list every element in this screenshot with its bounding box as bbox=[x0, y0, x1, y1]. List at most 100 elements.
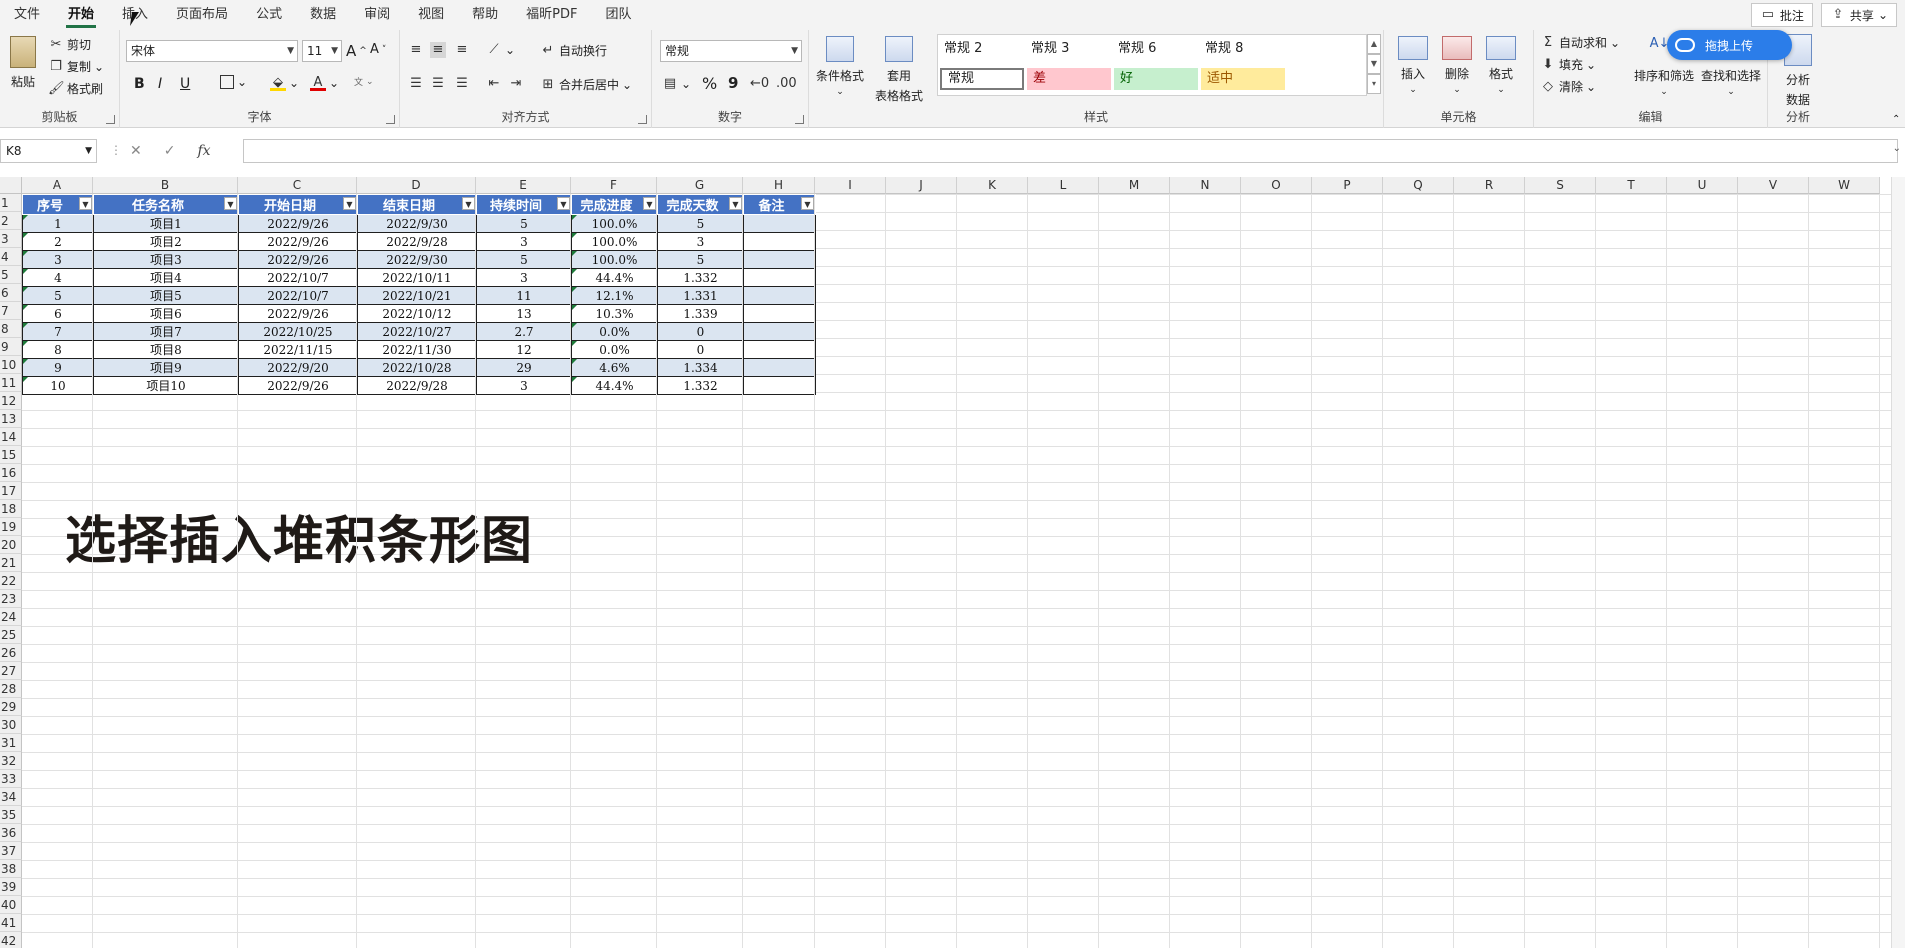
row-header[interactable]: 5 bbox=[0, 266, 22, 284]
row-header[interactable]: 26 bbox=[0, 644, 22, 662]
grow-font-button[interactable]: A ^ bbox=[346, 42, 367, 60]
menu-tab-9[interactable]: 福昕PDF bbox=[512, 0, 591, 30]
row-header[interactable]: 35 bbox=[0, 806, 22, 824]
table-cell[interactable]: 13 bbox=[476, 304, 572, 323]
filter-dropdown-icon[interactable]: ▼ bbox=[224, 197, 237, 210]
format-as-table-button[interactable]: 套用 表格格式 bbox=[869, 36, 929, 104]
row-header[interactable]: 38 bbox=[0, 860, 22, 878]
table-cell[interactable]: 1.331 bbox=[657, 286, 744, 305]
column-header[interactable]: U bbox=[1667, 177, 1738, 194]
decrease-indent-button[interactable]: ⇤ bbox=[486, 76, 502, 92]
table-cell[interactable]: 2022/10/11 bbox=[357, 268, 477, 287]
row-header[interactable]: 12 bbox=[0, 392, 22, 410]
table-cell[interactable]: 项目3 bbox=[93, 250, 239, 269]
table-cell[interactable] bbox=[743, 268, 816, 287]
column-header[interactable]: G bbox=[657, 177, 743, 194]
select-all-corner[interactable] bbox=[0, 177, 22, 194]
cell-style-option[interactable]: 常规 2 bbox=[938, 38, 1022, 60]
formula-input[interactable] bbox=[243, 139, 1898, 163]
column-header[interactable]: B bbox=[93, 177, 238, 194]
table-cell[interactable]: 3 bbox=[22, 250, 94, 269]
table-cell[interactable] bbox=[743, 214, 816, 233]
table-header-cell[interactable]: 备注 ▼ bbox=[743, 194, 816, 215]
row-header[interactable]: 13 bbox=[0, 410, 22, 428]
cell-style-option[interactable]: 常规 8 bbox=[1199, 38, 1283, 60]
filter-dropdown-icon[interactable]: ▼ bbox=[729, 197, 742, 210]
row-header[interactable]: 3 bbox=[0, 230, 22, 248]
table-cell[interactable]: 1.332 bbox=[657, 376, 744, 395]
align-bottom-button[interactable]: ≡ bbox=[454, 42, 470, 58]
bold-button[interactable]: B bbox=[134, 76, 145, 92]
dialog-launcher-icon[interactable] bbox=[106, 115, 115, 124]
insert-cells-button[interactable]: 插入 ⌄ bbox=[1394, 36, 1432, 95]
filter-dropdown-icon[interactable]: ▼ bbox=[462, 197, 475, 210]
table-cell[interactable]: 2022/10/12 bbox=[357, 304, 477, 323]
table-cell[interactable]: 2022/10/21 bbox=[357, 286, 477, 305]
table-cell[interactable]: 项目1 bbox=[93, 214, 239, 233]
row-header[interactable]: 42 bbox=[0, 932, 22, 948]
table-cell[interactable]: 10 bbox=[22, 376, 94, 395]
column-header[interactable]: A bbox=[22, 177, 93, 194]
row-header[interactable]: 41 bbox=[0, 914, 22, 932]
decrease-decimal-button[interactable]: .00 bbox=[776, 76, 797, 92]
row-header[interactable]: 10 bbox=[0, 356, 22, 374]
column-header[interactable]: E bbox=[476, 177, 571, 194]
table-cell[interactable]: 2022/9/26 bbox=[238, 250, 358, 269]
menu-tab-6[interactable]: 审阅 bbox=[350, 0, 404, 30]
column-header[interactable]: N bbox=[1170, 177, 1241, 194]
filter-dropdown-icon[interactable]: ▼ bbox=[801, 197, 814, 210]
table-cell[interactable]: 项目7 bbox=[93, 322, 239, 341]
filter-dropdown-icon[interactable]: ▼ bbox=[343, 197, 356, 210]
table-cell[interactable]: 2022/9/26 bbox=[238, 304, 358, 323]
menu-tab-4[interactable]: 公式 bbox=[242, 0, 296, 30]
table-cell[interactable]: 7 bbox=[22, 322, 94, 341]
table-cell[interactable]: 5 bbox=[476, 214, 572, 233]
table-cell[interactable]: 1.339 bbox=[657, 304, 744, 323]
conditional-format-button[interactable]: 条件格式 ⌄ bbox=[815, 36, 865, 97]
row-header[interactable]: 6 bbox=[0, 284, 22, 302]
fill-color-button[interactable]: ⬙ ⌄ bbox=[270, 75, 299, 91]
menu-tab-10[interactable]: 团队 bbox=[591, 0, 645, 30]
table-cell[interactable]: 29 bbox=[476, 358, 572, 377]
table-cell[interactable]: 3 bbox=[476, 232, 572, 251]
cell-style-option[interactable]: 适中 bbox=[1201, 68, 1285, 90]
fx-icon[interactable]: fx bbox=[197, 143, 210, 159]
dialog-launcher-icon[interactable] bbox=[795, 115, 804, 124]
table-cell[interactable]: 2022/11/15 bbox=[238, 340, 358, 359]
column-header[interactable]: L bbox=[1028, 177, 1099, 194]
column-header[interactable]: R bbox=[1454, 177, 1525, 194]
share-button[interactable]: ⇪ 共享 ⌄ bbox=[1820, 3, 1897, 27]
cell-area[interactable]: 序号 ▼ 任务名称 ▼ 开始日期 ▼ 结束日期 ▼ 持续时间 ▼ 完成进度 ▼ 完成天数 ▼ 备注 ▼ 1 项目1… bbox=[22, 194, 1905, 948]
row-header[interactable]: 20 bbox=[0, 536, 22, 554]
table-header-cell[interactable]: 持续时间 ▼ bbox=[476, 194, 572, 215]
table-cell[interactable]: 44.4% bbox=[571, 376, 658, 395]
wrap-text-button[interactable]: ↵ 自动换行 bbox=[540, 42, 607, 59]
table-cell[interactable]: 3 bbox=[657, 232, 744, 251]
menu-tab-1[interactable]: 开始 bbox=[54, 0, 108, 30]
table-cell[interactable]: 6 bbox=[22, 304, 94, 323]
expand-formula-icon[interactable]: ⌄ bbox=[1893, 143, 1901, 154]
row-header[interactable]: 33 bbox=[0, 770, 22, 788]
drag-upload-badge[interactable]: 拖拽上传 bbox=[1667, 30, 1792, 60]
worksheet-grid[interactable]: ABCDEFGHIJKLMNOPQRSTUVW 1 2 3 4 5 6 7 8 9 10 11 12 1… bbox=[0, 177, 1905, 948]
italic-button[interactable]: I bbox=[158, 76, 162, 92]
cancel-icon[interactable]: ✕ bbox=[130, 143, 142, 159]
menu-tab-7[interactable]: 视图 bbox=[404, 0, 458, 30]
percent-button[interactable]: % bbox=[702, 74, 717, 93]
increase-decimal-button[interactable]: ←0 bbox=[750, 76, 769, 92]
row-header[interactable]: 27 bbox=[0, 662, 22, 680]
column-header[interactable]: K bbox=[957, 177, 1028, 194]
row-header[interactable]: 36 bbox=[0, 824, 22, 842]
row-header[interactable]: 15 bbox=[0, 446, 22, 464]
filter-dropdown-icon[interactable]: ▼ bbox=[79, 197, 92, 210]
table-cell[interactable]: 8 bbox=[22, 340, 94, 359]
row-header[interactable]: 22 bbox=[0, 572, 22, 590]
align-center-button[interactable]: ☰ bbox=[430, 76, 446, 92]
row-header[interactable]: 24 bbox=[0, 608, 22, 626]
filter-dropdown-icon[interactable]: ▼ bbox=[557, 197, 570, 210]
gallery-expand[interactable]: ▾ bbox=[1367, 74, 1381, 94]
format-cells-button[interactable]: 格式 ⌄ bbox=[1482, 36, 1520, 95]
column-header[interactable]: Q bbox=[1383, 177, 1454, 194]
row-header[interactable]: 2 bbox=[0, 212, 22, 230]
menu-tab-0[interactable]: 文件 bbox=[0, 0, 54, 30]
